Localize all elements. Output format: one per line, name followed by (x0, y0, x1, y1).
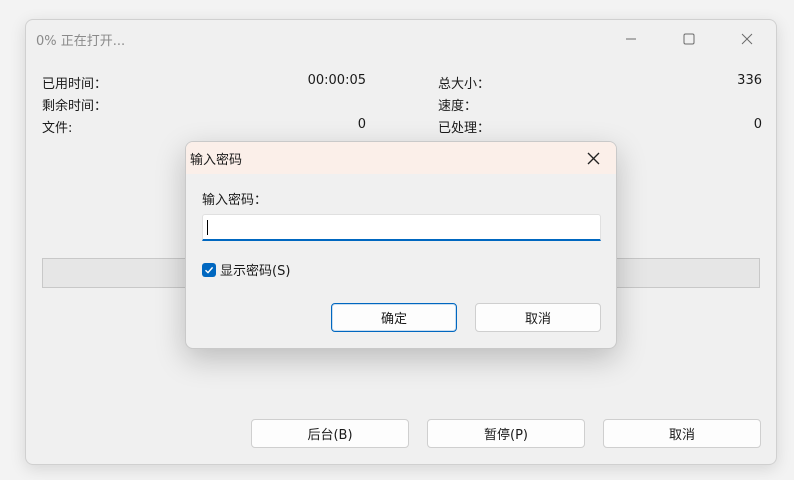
processed-label: 已处理： (438, 121, 491, 136)
files-label: 文件: (42, 121, 73, 136)
dialog-cancel-button[interactable]: 取消 (475, 303, 601, 332)
dialog-title-bar: 输入密码 (186, 142, 616, 174)
maximize-button[interactable] (660, 20, 718, 58)
dialog-close-button[interactable] (570, 142, 616, 174)
main-title-bar: 0% 正在打开... (26, 20, 776, 58)
close-button[interactable] (718, 20, 776, 58)
elapsed-time-value: 00:00:05 (307, 73, 366, 88)
background-button[interactable]: 后台(B) (251, 419, 409, 448)
total-size-label: 总大小： (438, 77, 491, 92)
total-size-value: 336 (737, 73, 762, 88)
password-dialog: 输入密码 输入密码： 显示密码(S) 确定 取消 (185, 141, 617, 349)
checkmark-icon (205, 266, 214, 274)
elapsed-time-label: 已用时间： (42, 77, 108, 92)
show-password-row[interactable]: 显示密码(S) (202, 260, 290, 279)
text-caret (207, 220, 208, 235)
files-value: 0 (357, 117, 366, 132)
password-label: 输入密码： (202, 193, 268, 208)
cancel-button[interactable]: 取消 (603, 419, 761, 448)
show-password-label: 显示密码(S) (220, 264, 291, 279)
dialog-title: 输入密码 (190, 153, 243, 168)
pause-button[interactable]: 暂停(P) (427, 419, 585, 448)
processed-value: 0 (753, 117, 762, 132)
minimize-icon (626, 38, 636, 40)
password-input[interactable] (202, 214, 601, 241)
close-icon (741, 33, 753, 45)
minimize-button[interactable] (602, 20, 660, 58)
ok-button[interactable]: 确定 (331, 303, 457, 332)
main-window-title: 0% 正在打开... (36, 34, 126, 49)
close-icon (587, 152, 599, 164)
maximize-icon (683, 33, 695, 45)
speed-label: 速度： (438, 99, 478, 114)
remaining-time-label: 剩余时间： (42, 99, 108, 114)
show-password-checkbox[interactable] (202, 262, 216, 277)
